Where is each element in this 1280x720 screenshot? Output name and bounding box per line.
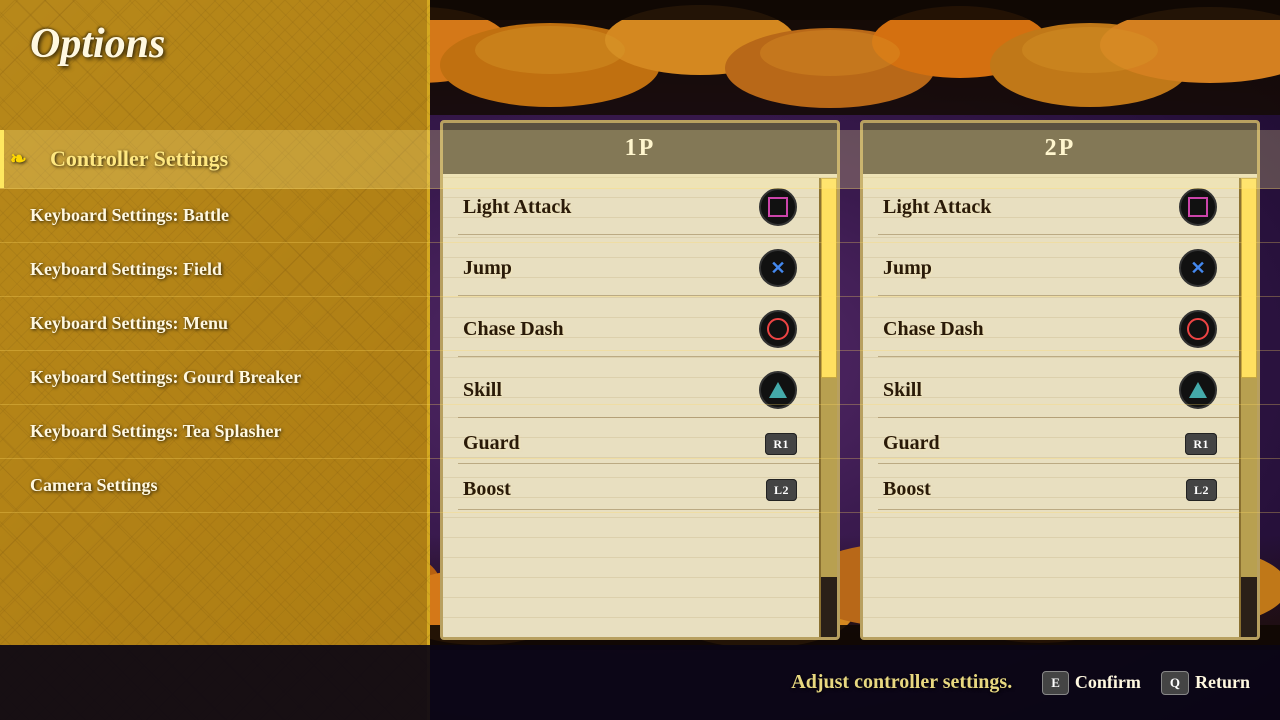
sidebar-item-label: Keyboard Settings: Battle: [30, 205, 229, 225]
sidebar-item-label: Controller Settings: [50, 146, 228, 171]
page-title: Options: [30, 20, 165, 68]
nav-menu: ❧ Controller Settings Keyboard Settings:…: [0, 130, 1280, 513]
scrollbar-bottom: [821, 577, 837, 637]
bottom-actions: E Confirm Q Return: [1042, 671, 1250, 695]
sidebar-item-keyboard-tea[interactable]: Keyboard Settings: Tea Splasher: [0, 405, 1280, 459]
sidebar-item-keyboard-gourd[interactable]: Keyboard Settings: Gourd Breaker: [0, 351, 1280, 405]
sidebar-item-label: Keyboard Settings: Tea Splasher: [30, 421, 282, 441]
return-key: Q: [1161, 671, 1189, 695]
active-deco: ❧: [10, 147, 27, 172]
sidebar-item-label: Keyboard Settings: Field: [30, 259, 222, 279]
return-action[interactable]: Q Return: [1161, 671, 1250, 695]
sidebar-item-keyboard-battle[interactable]: Keyboard Settings: Battle: [0, 189, 1280, 243]
sidebar-item-keyboard-menu[interactable]: Keyboard Settings: Menu: [0, 297, 1280, 351]
hint-text: Adjust controller settings.: [791, 671, 1012, 694]
confirm-label: Confirm: [1075, 672, 1141, 693]
return-label: Return: [1195, 672, 1250, 693]
sidebar-item-label: Camera Settings: [30, 475, 157, 495]
scrollbar-bottom: [1241, 577, 1257, 637]
sidebar-item-label: Keyboard Settings: Gourd Breaker: [30, 367, 301, 387]
bottom-bar: Adjust controller settings. E Confirm Q …: [0, 645, 1280, 720]
sidebar-item-keyboard-field[interactable]: Keyboard Settings: Field: [0, 243, 1280, 297]
sidebar-item-controller-settings[interactable]: ❧ Controller Settings: [0, 130, 1280, 189]
sidebar-item-label: Keyboard Settings: Menu: [30, 313, 228, 333]
sidebar-item-camera-settings[interactable]: Camera Settings: [0, 459, 1280, 513]
confirm-action[interactable]: E Confirm: [1042, 671, 1141, 695]
confirm-key: E: [1042, 671, 1069, 695]
